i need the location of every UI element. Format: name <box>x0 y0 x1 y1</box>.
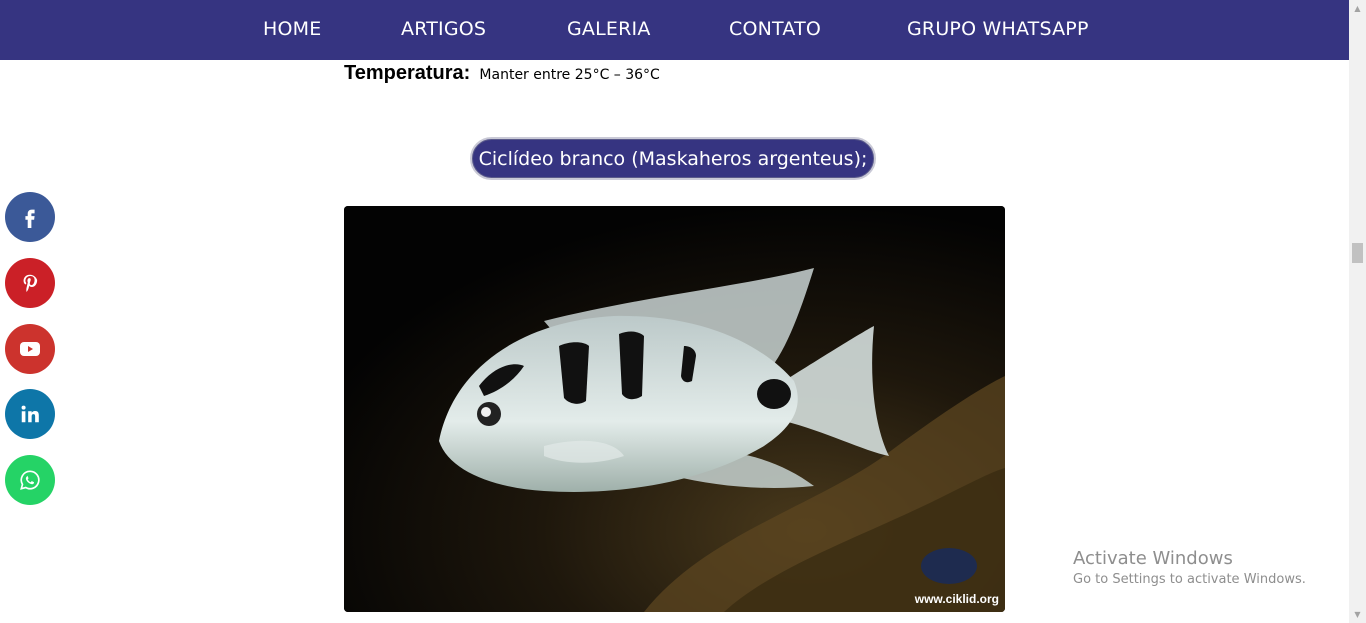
nav-contato[interactable]: CONTATO <box>729 18 821 40</box>
temperature-value: Manter entre 25°C – 36°C <box>479 67 660 83</box>
image-watermark: www.ciklid.org <box>914 592 999 606</box>
youtube-icon <box>20 342 40 356</box>
facebook-icon <box>25 209 35 228</box>
temperature-line: Temperatura: Manter entre 25°C – 36°C <box>344 62 660 85</box>
activate-windows-subtitle: Go to Settings to activate Windows. <box>1073 572 1306 587</box>
scrollbar-thumb[interactable] <box>1352 243 1363 263</box>
nav-galeria[interactable]: GALERIA <box>567 18 651 40</box>
linkedin-button[interactable] <box>5 389 55 439</box>
fish-photo: www.ciklid.org <box>344 206 1005 612</box>
nav-artigos[interactable]: ARTIGOS <box>401 18 486 40</box>
whatsapp-button[interactable] <box>5 455 55 505</box>
youtube-button[interactable] <box>5 324 55 374</box>
whatsapp-icon <box>20 470 40 490</box>
species-title-button[interactable]: Ciclídeo branco (Maskaheros argenteus); <box>470 137 876 180</box>
nav-home[interactable]: HOME <box>263 18 321 40</box>
nav-grupo-whatsapp[interactable]: GRUPO WHATSAPP <box>907 18 1089 40</box>
pinterest-icon <box>23 274 38 292</box>
vertical-scrollbar[interactable]: ▲ ▼ <box>1349 0 1366 623</box>
linkedin-icon <box>21 405 39 423</box>
fish-illustration <box>344 206 1005 612</box>
scroll-down-arrow-icon[interactable]: ▼ <box>1349 606 1366 623</box>
pinterest-button[interactable] <box>5 258 55 308</box>
scroll-up-arrow-icon[interactable]: ▲ <box>1349 0 1366 17</box>
temperature-label: Temperatura: <box>344 62 471 84</box>
activate-windows-notice: Activate Windows Go to Settings to activ… <box>1073 548 1306 587</box>
facebook-button[interactable] <box>5 192 55 242</box>
top-navigation: HOME ARTIGOS GALERIA CONTATO GRUPO WHATS… <box>0 0 1349 60</box>
activate-windows-title: Activate Windows <box>1073 548 1233 569</box>
